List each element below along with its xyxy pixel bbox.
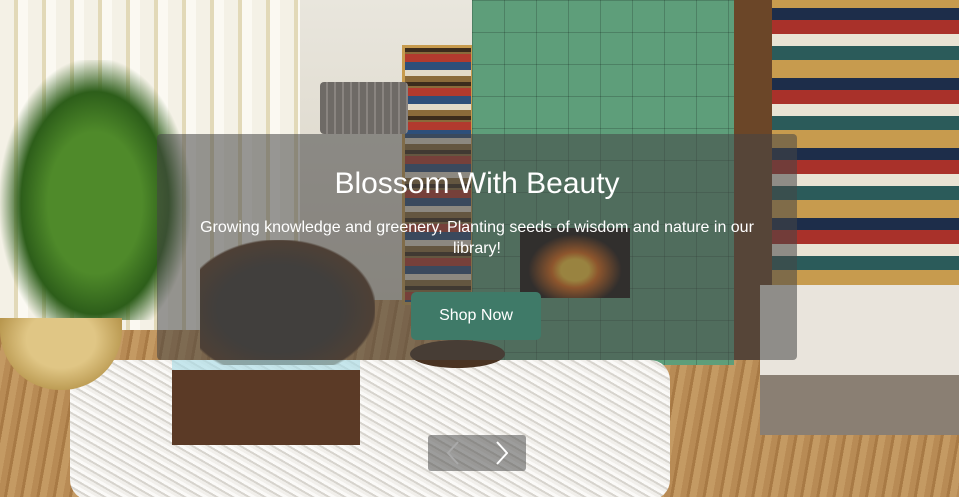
carousel-next-button[interactable] <box>477 435 526 471</box>
hero-subtitle: Growing knowledge and greenery, Planting… <box>200 219 754 257</box>
hero-banner: Blossom With Beauty Growing knowledge an… <box>0 0 959 497</box>
chevron-right-icon <box>495 441 508 465</box>
hero-title: Blossom With Beauty <box>334 167 620 200</box>
chevron-left-icon <box>446 441 459 465</box>
carousel-prev-button[interactable] <box>428 435 477 471</box>
shop-now-button[interactable]: Shop Now <box>411 292 541 340</box>
hero-caption: Blossom With Beauty Growing knowledge an… <box>157 134 797 360</box>
carousel-controls <box>428 435 526 471</box>
